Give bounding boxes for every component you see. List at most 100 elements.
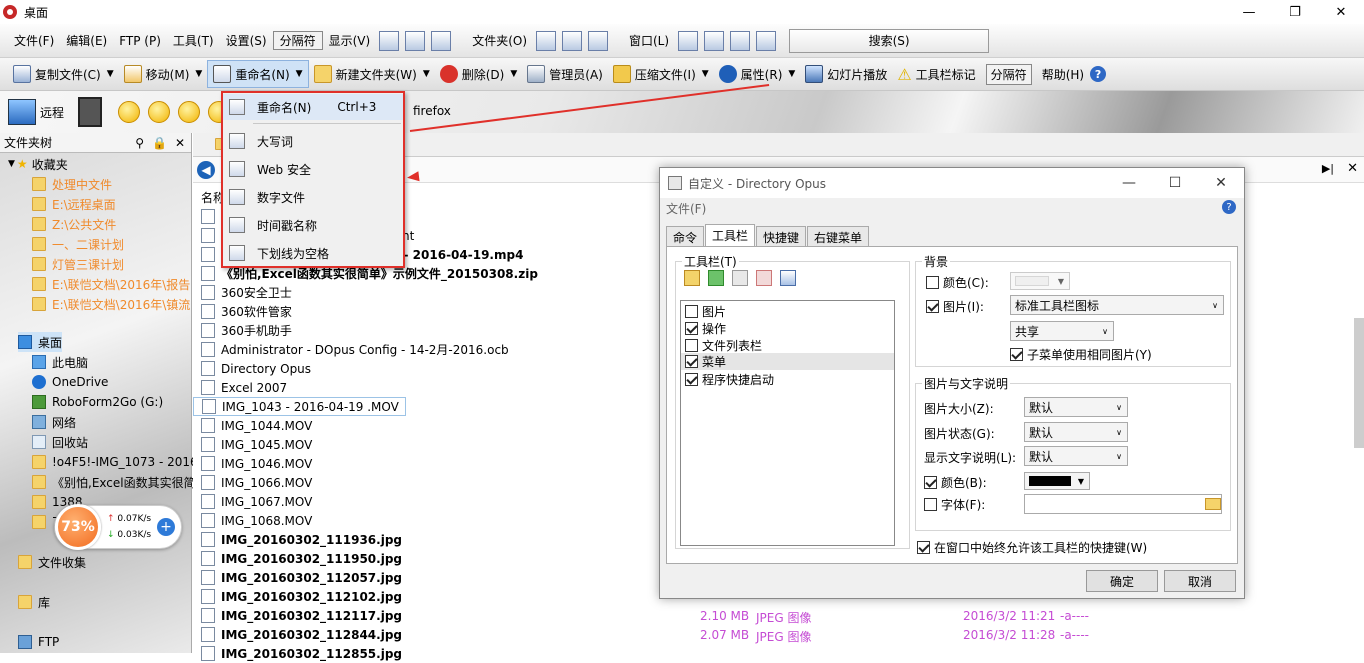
chevron-down-icon[interactable]: ▼ — [195, 69, 202, 79]
new-folder-button[interactable]: 新建文件夹(W) ▼ — [309, 60, 435, 88]
font-option[interactable]: 字体(F): — [924, 496, 985, 513]
tree-item-ftp[interactable]: FTP — [18, 632, 59, 652]
maximize-button[interactable]: ❐ — [1272, 0, 1318, 24]
file-row[interactable]: IMG_1066.MOV — [193, 473, 312, 492]
tree-item-fav[interactable]: E:\联恺文档\2016年\报告 — [32, 274, 190, 294]
lock-icon[interactable]: 🔒 — [152, 136, 167, 150]
move-button[interactable]: 移动(M) ▼ — [119, 60, 208, 88]
tree-item-recycle-bin[interactable]: 回收站 — [32, 432, 88, 452]
menu-item-capitalize[interactable]: 大写词 — [223, 128, 403, 154]
checkbox[interactable] — [926, 300, 939, 313]
tree-item-this-pc[interactable]: 此电脑 — [32, 352, 88, 372]
text-color-option[interactable]: 颜色(B): — [924, 474, 987, 491]
checkbox[interactable] — [685, 322, 698, 335]
help-button[interactable]: 帮助(H)? — [1037, 60, 1111, 88]
chevron-down-icon[interactable]: ▼ — [296, 69, 303, 79]
image-size-select[interactable]: 默认 ∨ — [1024, 397, 1128, 417]
dialog-menu-file[interactable]: 文件(F) — [666, 200, 706, 217]
menu-settings[interactable]: 设置(S) — [220, 32, 273, 49]
delete-button[interactable]: 删除(D) ▼ — [435, 60, 523, 88]
file-row[interactable] — [193, 207, 221, 226]
tree-item-fav[interactable]: E:\联恺文档\2016年\镇流 — [32, 294, 190, 314]
menu-view[interactable]: 显示(V) — [323, 32, 377, 49]
tree-item-fav[interactable]: 一、二课计划 — [32, 234, 124, 254]
dialog-close-button[interactable]: ✕ — [1198, 175, 1244, 191]
window-layout-icon-4[interactable] — [756, 30, 777, 51]
checkbox[interactable] — [917, 541, 930, 554]
tree-item-library[interactable]: 库 — [18, 592, 50, 612]
close-button[interactable]: ✕ — [1318, 0, 1364, 24]
search-icon[interactable]: ⚲ — [135, 136, 144, 150]
new-toolbar-icon[interactable] — [684, 270, 700, 286]
layout-icon-3[interactable] — [431, 30, 452, 51]
file-row[interactable]: IMG_1045.MOV — [193, 435, 312, 454]
menu-item-timestamp[interactable]: 时间戳名称 — [223, 212, 403, 238]
layout-icon-2[interactable] — [405, 30, 426, 51]
dialog-minimize-button[interactable]: — — [1106, 175, 1152, 191]
checkbox[interactable] — [685, 305, 698, 318]
menu-folders[interactable]: 文件夹(O) — [466, 32, 533, 49]
share-select[interactable]: 共享 ∨ — [1010, 321, 1114, 341]
firefox-label[interactable]: firefox — [413, 104, 451, 118]
toolbar-list-item[interactable]: 文件列表栏 — [685, 337, 762, 354]
pane-toggle-icon[interactable]: ▶| — [1322, 162, 1334, 175]
chevron-down-icon[interactable]: ▼ — [702, 69, 709, 79]
file-row[interactable]: IMG_1044.MOV — [193, 416, 312, 435]
chevron-down-icon[interactable]: ▼ — [510, 69, 517, 79]
minimize-button[interactable]: — — [1226, 0, 1272, 24]
tree-item-network[interactable]: 网络 — [32, 412, 76, 432]
menu-item-web-safe[interactable]: Web 安全 — [223, 156, 403, 182]
file-row[interactable]: IMG_20160302_112057.jpg — [193, 568, 402, 587]
copy-files-button[interactable]: 复制文件(C) ▼ — [8, 60, 119, 88]
smiley-icon[interactable] — [118, 101, 141, 123]
admin-button[interactable]: 管理员(A) — [522, 60, 608, 88]
chevron-down-icon[interactable]: ▼ — [423, 69, 430, 79]
show-text-select[interactable]: 默认 ∨ — [1024, 446, 1128, 466]
checkbox[interactable] — [685, 355, 698, 368]
file-row[interactable]: IMG_20160302_111950.jpg — [193, 549, 402, 568]
rename-toolbar-icon[interactable] — [732, 270, 748, 286]
text-color-picker[interactable]: ▼ — [1024, 472, 1090, 490]
close-icon[interactable]: ✕ — [175, 136, 185, 150]
zip-button[interactable]: 压缩文件(I) ▼ — [608, 60, 714, 88]
checkbox[interactable] — [924, 476, 937, 489]
checkbox[interactable] — [685, 373, 698, 386]
properties-button[interactable]: 属性(R) ▼ — [714, 60, 801, 88]
menu-separator-label[interactable]: 分隔符 — [272, 31, 323, 50]
collapse-icon[interactable]: ▼ — [8, 159, 15, 169]
network-speed-widget[interactable]: 73% ↑ 0.07K/s ↓ 0.03K/s + — [54, 504, 182, 550]
close-pane-icon[interactable]: ✕ — [1347, 161, 1358, 176]
file-row[interactable]: IMG_1043 - 2016-04-19 .MOV — [193, 397, 406, 416]
checkbox[interactable] — [685, 339, 698, 352]
slideshow-button[interactable]: 幻灯片播放 — [800, 60, 892, 88]
menu-item-rename[interactable]: 重命名(N) Ctrl+3 — [223, 94, 403, 120]
toolbar-properties-icon[interactable] — [780, 270, 796, 286]
layout-icon-1[interactable] — [379, 30, 400, 51]
tab-context-menu[interactable]: 右键菜单 — [807, 226, 870, 248]
chevron-down-icon[interactable]: ▼ — [788, 69, 795, 79]
file-row[interactable]: 360手机助手 — [193, 321, 292, 340]
tab-commands[interactable]: 命令 — [666, 226, 705, 248]
checkbox[interactable] — [926, 276, 939, 289]
file-row[interactable]: IMG_20160302_112102.jpg — [193, 587, 402, 606]
file-row[interactable]: IMG_20160302_111936.jpg — [193, 530, 402, 549]
tab-shortcuts[interactable]: 快捷键 — [756, 226, 807, 248]
toolbar-marker-button[interactable]: ⚠ 工具栏标记 — [892, 60, 980, 88]
back-arrow-icon[interactable]: ◀ — [197, 160, 215, 179]
remote-label[interactable]: 远程 — [40, 104, 64, 121]
image-state-select[interactable]: 默认 ∨ — [1024, 422, 1128, 442]
window-layout-icon-3[interactable] — [730, 30, 751, 51]
folder-view-icon-3[interactable] — [588, 30, 608, 51]
remote-desktop-icon[interactable] — [8, 99, 36, 125]
font-field[interactable] — [1024, 494, 1222, 514]
rename-button[interactable]: 重命名(N) ▼ — [207, 60, 309, 88]
toolbar-list-item[interactable]: 操作 — [685, 320, 726, 337]
toolbar-list-item[interactable]: 程序快捷启动 — [685, 371, 774, 388]
folder-view-icon-1[interactable] — [536, 30, 556, 51]
submenu-same-image-option[interactable]: 子菜单使用相同图片(Y) — [1010, 346, 1152, 363]
help-icon[interactable]: ? — [1222, 200, 1236, 214]
search-button[interactable]: 搜索(S) — [789, 28, 990, 53]
file-row[interactable]: Administrator - DOpus Config - 14-2月-201… — [193, 340, 509, 359]
memory-usage-ball[interactable]: 73% — [55, 504, 101, 550]
checkbox[interactable] — [924, 498, 937, 511]
